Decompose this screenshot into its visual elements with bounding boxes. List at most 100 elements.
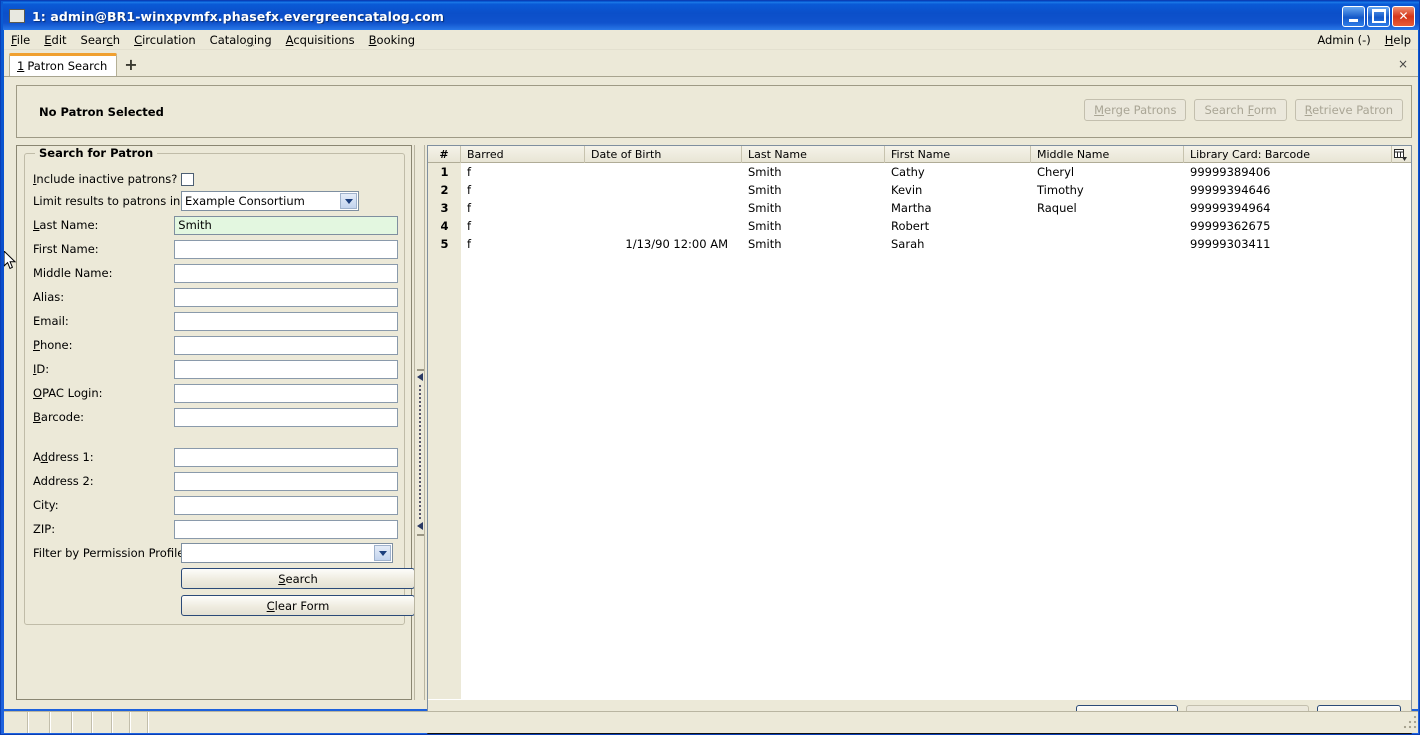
column-picker-icon[interactable] xyxy=(1391,147,1409,162)
splitter-grip xyxy=(419,385,421,520)
table-row[interactable]: 4 f Smith Robert 99999362675 xyxy=(428,217,1411,235)
address-1-label: Address 1: xyxy=(33,450,94,464)
status-segment xyxy=(131,712,149,733)
tab-patron-search[interactable]: 1 Patron Search xyxy=(9,53,118,76)
row-address-1: Address 1: xyxy=(33,446,398,468)
close-button[interactable]: ✕ xyxy=(1392,5,1415,27)
splitter-tick-2 xyxy=(417,534,424,536)
table-row[interactable]: 5 f 1/13/90 12:00 AM Smith Sarah 99999303411 xyxy=(428,235,1411,253)
column-header-barcode[interactable]: Library Card: Barcode xyxy=(1184,145,1392,163)
patron-action-buttons: Merge Patrons Search Form Retrieve Patro… xyxy=(1084,98,1403,121)
retrieve-patron-button[interactable]: Retrieve Patron xyxy=(1294,98,1403,121)
application-window: 1: admin@BR1-winxpvmfx.phasefx.evergreen… xyxy=(0,0,1420,735)
status-segment xyxy=(4,712,29,733)
cell-middle: Raquel xyxy=(1037,201,1077,215)
zip-input[interactable] xyxy=(174,519,398,539)
close-tab-icon[interactable]: × xyxy=(1398,57,1408,71)
collapse-left-icon[interactable] xyxy=(416,373,425,382)
search-button[interactable]: Search xyxy=(181,568,415,589)
row-opac-login: OPAC Login: xyxy=(33,382,398,404)
last-name-label: Last Name: xyxy=(33,218,99,232)
search-form-button[interactable]: Search Form xyxy=(1194,98,1287,121)
row-phone: Phone: xyxy=(33,334,398,356)
column-header-num[interactable]: # xyxy=(428,145,461,163)
id-input[interactable] xyxy=(174,359,398,379)
cell-barcode: 99999394964 xyxy=(1190,201,1271,215)
middle-name-label: Middle Name: xyxy=(33,266,113,280)
tab-number: 1 xyxy=(17,59,25,73)
fieldset-legend: Search for Patron xyxy=(35,146,158,160)
column-header-dob[interactable]: Date of Birth xyxy=(585,145,742,163)
phone-input[interactable] xyxy=(174,335,398,355)
opac-login-label: OPAC Login: xyxy=(33,386,103,400)
column-header-last[interactable]: Last Name xyxy=(742,145,885,163)
table-row[interactable]: 2 f Smith Kevin Timothy 99999394646 xyxy=(428,181,1411,199)
table-row[interactable]: 1 f Smith Cathy Cheryl 99999389406 xyxy=(428,163,1411,181)
column-header-middle[interactable]: Middle Name xyxy=(1031,145,1184,163)
phone-label: Phone: xyxy=(33,338,73,352)
barcode-input[interactable] xyxy=(174,407,398,427)
panel-splitter[interactable] xyxy=(414,145,425,700)
row-first-name: First Name: xyxy=(33,238,398,260)
minimize-button[interactable] xyxy=(1342,5,1365,27)
cell-dob xyxy=(585,217,742,235)
cell-barcode: 99999394646 xyxy=(1190,183,1271,197)
permission-profile-label: Filter by Permission Profile: xyxy=(33,546,189,560)
cell-first: Martha xyxy=(891,201,932,215)
cell-num: 2 xyxy=(428,181,461,199)
row-limit-results: Limit results to patrons in Example Cons… xyxy=(33,190,398,212)
cell-num: 1 xyxy=(428,163,461,181)
clear-form-button[interactable]: Clear Form xyxy=(181,595,415,616)
column-header-first[interactable]: First Name xyxy=(885,145,1031,163)
status-segment xyxy=(51,712,73,733)
include-inactive-checkbox[interactable] xyxy=(181,172,194,186)
last-name-input[interactable] xyxy=(174,215,398,235)
collapse-left-icon-2[interactable] xyxy=(416,522,425,531)
status-segment xyxy=(113,712,131,733)
first-name-input[interactable] xyxy=(174,239,398,259)
row-city: City: xyxy=(33,494,398,516)
cell-first: Robert xyxy=(891,219,930,233)
table-row[interactable]: 3 f Smith Martha Raquel 99999394964 xyxy=(428,199,1411,217)
row-permission-profile: Filter by Permission Profile: xyxy=(33,542,398,564)
menu-admin[interactable]: Admin (-) xyxy=(1310,31,1377,49)
cell-middle xyxy=(1031,217,1184,235)
cell-dob: 1/13/90 12:00 AM xyxy=(625,237,728,251)
menu-search[interactable]: Search xyxy=(74,31,128,49)
menu-edit[interactable]: Edit xyxy=(37,31,73,49)
alias-input[interactable] xyxy=(174,287,398,307)
resize-grip[interactable] xyxy=(1402,712,1418,733)
limit-results-select[interactable]: Example Consortium xyxy=(181,191,359,211)
menu-circulation[interactable]: Circulation xyxy=(127,31,203,49)
cell-barred: f xyxy=(467,201,472,215)
cell-barred: f xyxy=(467,219,472,233)
address-1-input[interactable] xyxy=(174,447,398,467)
menu-acquisitions[interactable]: Acquisitions xyxy=(279,31,362,49)
menu-help[interactable]: Help xyxy=(1378,31,1418,49)
email-input[interactable] xyxy=(174,311,398,331)
menu-booking[interactable]: Booking xyxy=(362,31,422,49)
opac-login-input[interactable] xyxy=(174,383,398,403)
patron-summary-bar: No Patron Selected Merge Patrons Search … xyxy=(16,85,1412,138)
middle-name-input[interactable] xyxy=(174,263,398,283)
permission-profile-select[interactable] xyxy=(181,543,393,563)
app-icon xyxy=(9,9,25,23)
address-2-input[interactable] xyxy=(174,471,398,491)
window-title: 1: admin@BR1-winxpvmfx.phasefx.evergreen… xyxy=(32,8,444,24)
chevron-down-icon xyxy=(340,193,357,209)
menu-file[interactable]: File xyxy=(4,31,37,49)
zip-label: ZIP: xyxy=(33,522,56,536)
cell-first: Kevin xyxy=(891,183,923,197)
column-header-barred[interactable]: Barred xyxy=(461,145,585,163)
new-tab-button[interactable]: + xyxy=(124,57,137,73)
city-input[interactable] xyxy=(174,495,398,515)
id-label: ID: xyxy=(33,362,50,376)
grid-header-row: # Barred Date of Birth Last Name First Name M… xyxy=(428,145,1411,163)
status-segment xyxy=(29,712,51,733)
chevron-down-icon xyxy=(374,545,391,561)
alias-label: Alias: xyxy=(33,290,65,304)
merge-patrons-button[interactable]: Merge Patrons xyxy=(1084,98,1187,121)
menu-cataloging[interactable]: Cataloging xyxy=(203,31,279,49)
maximize-button[interactable] xyxy=(1367,5,1390,27)
content-area: No Patron Selected Merge Patrons Search … xyxy=(4,76,1418,734)
